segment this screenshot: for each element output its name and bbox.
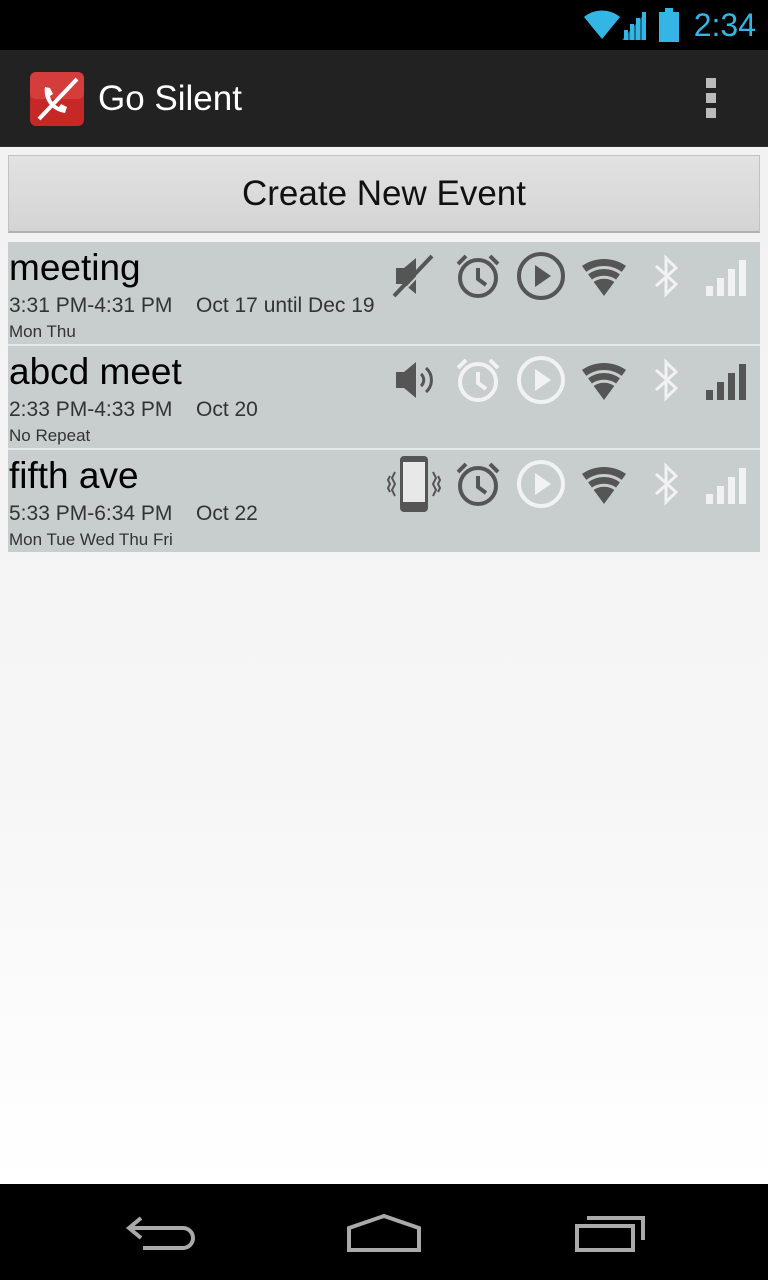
status-bar: 2:34 (0, 0, 768, 50)
muted-speaker-icon (392, 254, 436, 299)
event-time-range: 5:33 PM-6:34 PM (9, 502, 173, 525)
go-silent-app-icon (30, 72, 84, 126)
navigation-bar (0, 1184, 768, 1280)
event-time-range: 3:31 PM-4:31 PM (9, 294, 173, 317)
event-repeat: No Repeat (9, 426, 91, 445)
event-name: fifth ave (9, 455, 139, 496)
event-name: abcd meet (9, 351, 182, 392)
event-date-range: Oct 17 until Dec 19 (196, 294, 375, 317)
event-row-abcd-meet[interactable]: abcd meet 2:33 PM-4:33 PM Oct 20 No Repe… (8, 346, 760, 448)
back-icon[interactable] (115, 1208, 205, 1256)
cell-signal-icon (706, 260, 746, 296)
app-title: Go Silent (98, 79, 242, 118)
alarm-icon (456, 462, 500, 506)
alarm-icon (456, 254, 500, 298)
home-icon[interactable] (339, 1208, 429, 1256)
wifi-icon (582, 466, 626, 504)
event-row-meeting[interactable]: meeting 3:31 PM-4:31 PM Oct 17 until Dec… (8, 242, 760, 344)
media-play-icon (517, 356, 565, 404)
create-new-event-button[interactable]: Create New Event (8, 155, 760, 233)
bluetooth-icon (654, 462, 679, 506)
event-date-range: Oct 20 (196, 398, 258, 421)
wifi-icon (582, 362, 626, 400)
alarm-icon (456, 358, 500, 402)
bluetooth-icon (654, 254, 679, 298)
event-repeat: Mon Thu (9, 322, 76, 341)
event-date-range: Oct 22 (196, 502, 258, 525)
cell-signal-icon (706, 468, 746, 504)
overflow-menu-icon[interactable] (696, 74, 728, 122)
vibrate-phone-icon (386, 456, 442, 512)
media-play-icon (517, 460, 565, 508)
media-play-icon (517, 252, 565, 300)
event-time-range: 2:33 PM-4:33 PM (9, 398, 173, 421)
cell-signal-icon (706, 364, 746, 400)
recent-apps-icon[interactable] (565, 1208, 655, 1256)
event-row-fifth-ave[interactable]: fifth ave 5:33 PM-6:34 PM Oct 22 Mon Tue… (8, 450, 760, 552)
speaker-on-icon (396, 362, 433, 398)
event-name: meeting (9, 247, 141, 288)
cell-signal-icon (622, 12, 646, 40)
action-bar: Go Silent (0, 50, 768, 147)
clock: 2:34 (693, 7, 756, 43)
bluetooth-icon (654, 358, 679, 402)
wifi-icon (582, 258, 626, 296)
battery-icon (659, 8, 679, 42)
event-repeat: Mon Tue Wed Thu Fri (9, 530, 173, 549)
wifi-icon (584, 10, 620, 40)
